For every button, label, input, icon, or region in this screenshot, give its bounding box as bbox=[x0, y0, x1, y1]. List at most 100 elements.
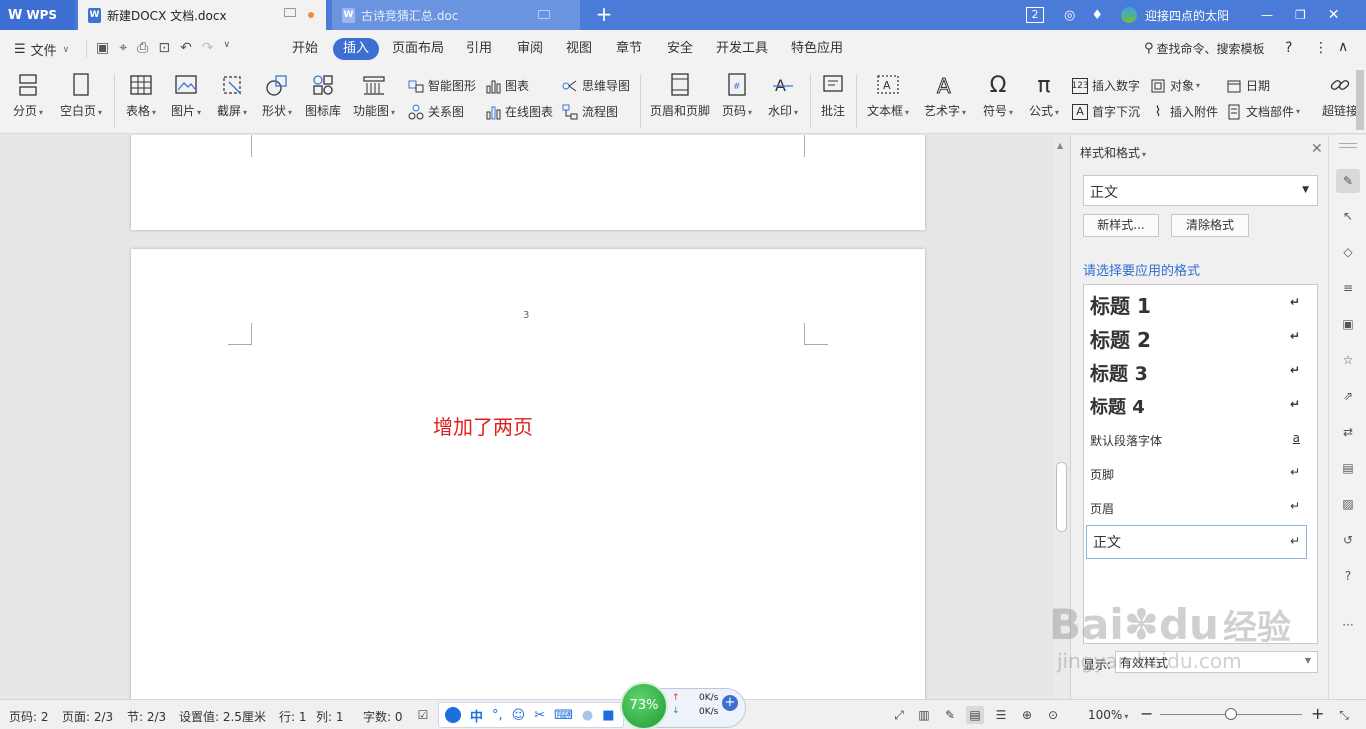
wordart-button[interactable]: A 艺术字 ▾ bbox=[920, 72, 970, 119]
formula-button[interactable]: π 公式 ▾ bbox=[1024, 72, 1064, 119]
monitor-icon[interactable] bbox=[538, 10, 550, 19]
style-item-heading2[interactable]: 标题 2 ↵ bbox=[1084, 321, 1318, 355]
style-item-default-font[interactable]: 默认段落字体 a bbox=[1084, 423, 1318, 457]
current-style-select[interactable]: 正文 ▼ bbox=[1083, 175, 1318, 206]
attachment-button[interactable]: ⌇ 插入附件 bbox=[1150, 102, 1218, 122]
icon-library-button[interactable]: 图标库 bbox=[302, 72, 344, 119]
document-area[interactable]: 3 增加了两页 ▲ bbox=[0, 135, 1069, 699]
drop-cap-button[interactable]: A 首字下沉 bbox=[1072, 102, 1140, 122]
menu-security[interactable]: 安全 bbox=[667, 38, 693, 60]
zoom-slider-thumb[interactable] bbox=[1225, 708, 1237, 720]
menu-home[interactable]: 开始 bbox=[292, 38, 318, 60]
shape-button[interactable]: 形状 ▾ bbox=[258, 72, 296, 119]
tab-new-docx[interactable]: W 新建DOCX 文档.docx bbox=[78, 0, 326, 30]
panel-close-icon[interactable]: ✕ bbox=[1311, 141, 1323, 157]
menu-insert[interactable]: 插入 bbox=[333, 38, 380, 60]
table-button[interactable]: 表格 ▾ bbox=[122, 72, 160, 119]
date-button[interactable]: 日期 bbox=[1226, 76, 1270, 96]
status-page[interactable]: 页面: 2/3 bbox=[62, 708, 113, 725]
sync-icon[interactable]: ◎ bbox=[1064, 8, 1075, 23]
online-chart-button[interactable]: 在线图表 bbox=[485, 102, 553, 122]
ime-keyboard-icon[interactable]: ⌨ bbox=[554, 708, 573, 723]
star-icon[interactable]: ☆ bbox=[1338, 350, 1358, 370]
style-item-heading3[interactable]: 标题 3 ↵ bbox=[1084, 355, 1318, 389]
doc-parts-button[interactable]: 文档部件 ▾ bbox=[1226, 102, 1300, 122]
image-icon[interactable]: ▨ bbox=[1338, 494, 1358, 514]
net-percent-ball[interactable]: 73% bbox=[620, 682, 668, 729]
hyperlink-button[interactable]: 超链接 bbox=[1320, 72, 1360, 119]
status-section[interactable]: 节: 2/3 bbox=[127, 708, 166, 725]
restore-button[interactable]: ❐ bbox=[1295, 8, 1306, 22]
style-item-header[interactable]: 页眉 ↵ bbox=[1084, 491, 1318, 525]
eye-protect-icon[interactable]: ⊙ bbox=[1044, 706, 1062, 724]
ime-punct-icon[interactable]: °, bbox=[492, 708, 503, 723]
new-style-button[interactable]: 新样式... bbox=[1083, 214, 1159, 237]
ime-scissors-icon[interactable]: ✂ bbox=[534, 708, 545, 723]
ime-skin-icon[interactable]: ■ bbox=[602, 708, 614, 723]
close-button[interactable]: ✕ bbox=[1328, 7, 1340, 23]
page-number-button[interactable]: # 页码 ▾ bbox=[718, 72, 756, 119]
save-icon[interactable]: ▣ bbox=[96, 40, 109, 56]
print-preview-icon[interactable]: ⊡ bbox=[158, 40, 170, 56]
ime-logo-icon[interactable] bbox=[445, 707, 461, 723]
picture-button[interactable]: 图片 ▾ bbox=[168, 72, 204, 119]
status-words[interactable]: 字数: 0 bbox=[363, 708, 403, 725]
translate-icon[interactable]: ⇄ bbox=[1338, 422, 1358, 442]
page-view-icon[interactable]: ▤ bbox=[966, 706, 984, 724]
watermark-button[interactable]: A 水印 ▾ bbox=[764, 72, 802, 119]
panel-title[interactable]: 样式和格式 ▾ bbox=[1080, 144, 1146, 161]
spell-check-icon[interactable]: ☑ bbox=[414, 706, 432, 724]
style-format-icon[interactable]: ✎ bbox=[1336, 169, 1360, 193]
textbox-button[interactable]: A 文本框 ▾ bbox=[864, 72, 912, 119]
style-item-footer[interactable]: 页脚 ↵ bbox=[1084, 457, 1318, 491]
ime-emoji-icon[interactable]: ☺ bbox=[512, 708, 526, 723]
archive-icon[interactable]: ▤ bbox=[1338, 458, 1358, 478]
page-2[interactable] bbox=[131, 135, 925, 230]
screenshot-button[interactable]: 截屏 ▾ bbox=[212, 72, 252, 119]
body-text[interactable]: 增加了两页 bbox=[433, 411, 533, 440]
relation-chart-button[interactable]: 关系图 bbox=[408, 102, 464, 122]
mind-map-button[interactable]: 思维导图 bbox=[562, 76, 630, 96]
collapse-handle[interactable] bbox=[1339, 143, 1357, 148]
scroll-thumb[interactable] bbox=[1056, 462, 1067, 532]
wps-home-tab[interactable]: W WPS bbox=[0, 0, 75, 30]
settings-sliders-icon[interactable]: ≡ bbox=[1338, 278, 1358, 298]
menu-special-apps[interactable]: 特色应用 bbox=[791, 38, 843, 60]
more-icon[interactable]: ⋮ bbox=[1314, 40, 1328, 56]
help-circle-icon[interactable]: ? bbox=[1338, 566, 1358, 586]
zoom-select[interactable]: 100% ▾ bbox=[1088, 708, 1128, 722]
fit-page-icon[interactable]: ⤡ bbox=[1335, 706, 1353, 724]
style-item-heading4[interactable]: 标题 4 ↵ bbox=[1084, 389, 1318, 423]
smart-art-button[interactable]: 智能图形 bbox=[408, 76, 476, 96]
menu-references[interactable]: 引用 bbox=[466, 38, 492, 60]
avatar[interactable] bbox=[1121, 7, 1137, 23]
window-count-badge[interactable]: 2 bbox=[1026, 7, 1044, 23]
net-plus-button[interactable]: + bbox=[722, 695, 738, 711]
clear-format-button[interactable]: 清除格式 bbox=[1171, 214, 1249, 237]
undo-icon[interactable]: ↶ bbox=[180, 40, 192, 56]
picture-panel-icon[interactable]: ▣ bbox=[1338, 314, 1358, 334]
ribbon-scrollbar[interactable] bbox=[1356, 70, 1364, 130]
customize-chevron-icon[interactable]: ∨ bbox=[224, 40, 231, 56]
header-footer-button[interactable]: 页眉和页脚 bbox=[648, 72, 712, 119]
zoom-slider[interactable] bbox=[1160, 708, 1302, 720]
skin-shirt-icon[interactable]: ♦ bbox=[1091, 8, 1103, 23]
read-mode-icon[interactable]: ▥ bbox=[915, 706, 933, 724]
shapes-icon[interactable]: ◇ bbox=[1338, 242, 1358, 262]
style-item-heading1[interactable]: 标题 1 ↵ bbox=[1084, 287, 1318, 321]
collapse-ribbon-icon[interactable]: ∧ bbox=[1338, 39, 1348, 55]
scroll-up-icon[interactable]: ▲ bbox=[1057, 141, 1063, 150]
status-page-no[interactable]: 页码: 2 bbox=[9, 708, 49, 725]
style-list[interactable]: 标题 1 ↵ 标题 2 ↵ 标题 3 ↵ 标题 4 ↵ 默认段落字体 a 页脚 … bbox=[1083, 284, 1318, 644]
menu-view[interactable]: 视图 bbox=[566, 38, 592, 60]
outline-view-icon[interactable]: ☰ bbox=[992, 706, 1010, 724]
status-setting[interactable]: 设置值: 2.5厘米 bbox=[179, 708, 266, 725]
new-tab-button[interactable]: + bbox=[594, 3, 614, 27]
user-name[interactable]: 迎接四点的太阳 bbox=[1145, 7, 1229, 24]
page-3[interactable]: 3 增加了两页 bbox=[131, 249, 925, 699]
chart-button[interactable]: 图表 bbox=[485, 76, 529, 96]
fullscreen-icon[interactable]: ⤢ bbox=[890, 706, 908, 724]
history-icon[interactable]: ↺ bbox=[1338, 530, 1358, 550]
edit-pen-icon[interactable]: ✎ bbox=[941, 706, 959, 724]
redo-icon[interactable]: ↷ bbox=[202, 40, 214, 56]
